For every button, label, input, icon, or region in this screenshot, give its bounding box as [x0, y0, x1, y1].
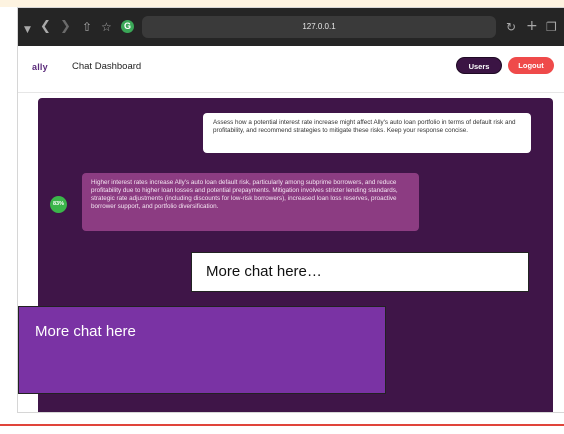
- logout-button[interactable]: Logout: [508, 57, 554, 74]
- reload-icon[interactable]: ↻: [506, 19, 516, 35]
- page-title: Chat Dashboard: [72, 61, 142, 72]
- chevron-right-icon[interactable]: ❯: [60, 19, 71, 35]
- ally-logo: ally: [32, 62, 48, 72]
- user-message: Assess how a potential interest rate inc…: [203, 113, 531, 153]
- assistant-message: Higher interest rates increase Ally's au…: [82, 173, 419, 231]
- plus-icon[interactable]: +: [526, 18, 538, 34]
- g-extension-icon[interactable]: G: [121, 20, 134, 33]
- browser-toolbar: ▼ ❮ ❯ ⇧ ☆ G 127.0.0.1 ↻ + ❐: [18, 8, 564, 46]
- chevron-left-icon[interactable]: ❮: [40, 19, 51, 35]
- bottom-divider: [0, 424, 564, 426]
- confidence-badge: 83%: [50, 196, 67, 213]
- tabs-icon[interactable]: ❐: [546, 19, 557, 35]
- star-icon[interactable]: ☆: [101, 19, 112, 35]
- more-chat-placeholder-1: More chat here…: [191, 252, 529, 292]
- more-chat-placeholder-2: More chat here: [18, 306, 386, 394]
- sidebar-icon[interactable]: ▼: [24, 22, 31, 38]
- users-button[interactable]: Users: [456, 57, 502, 74]
- share-icon[interactable]: ⇧: [82, 19, 92, 35]
- address-bar[interactable]: 127.0.0.1: [142, 16, 496, 38]
- app-header: ally Chat Dashboard Users Logout: [18, 46, 564, 93]
- top-strip: [0, 0, 564, 7]
